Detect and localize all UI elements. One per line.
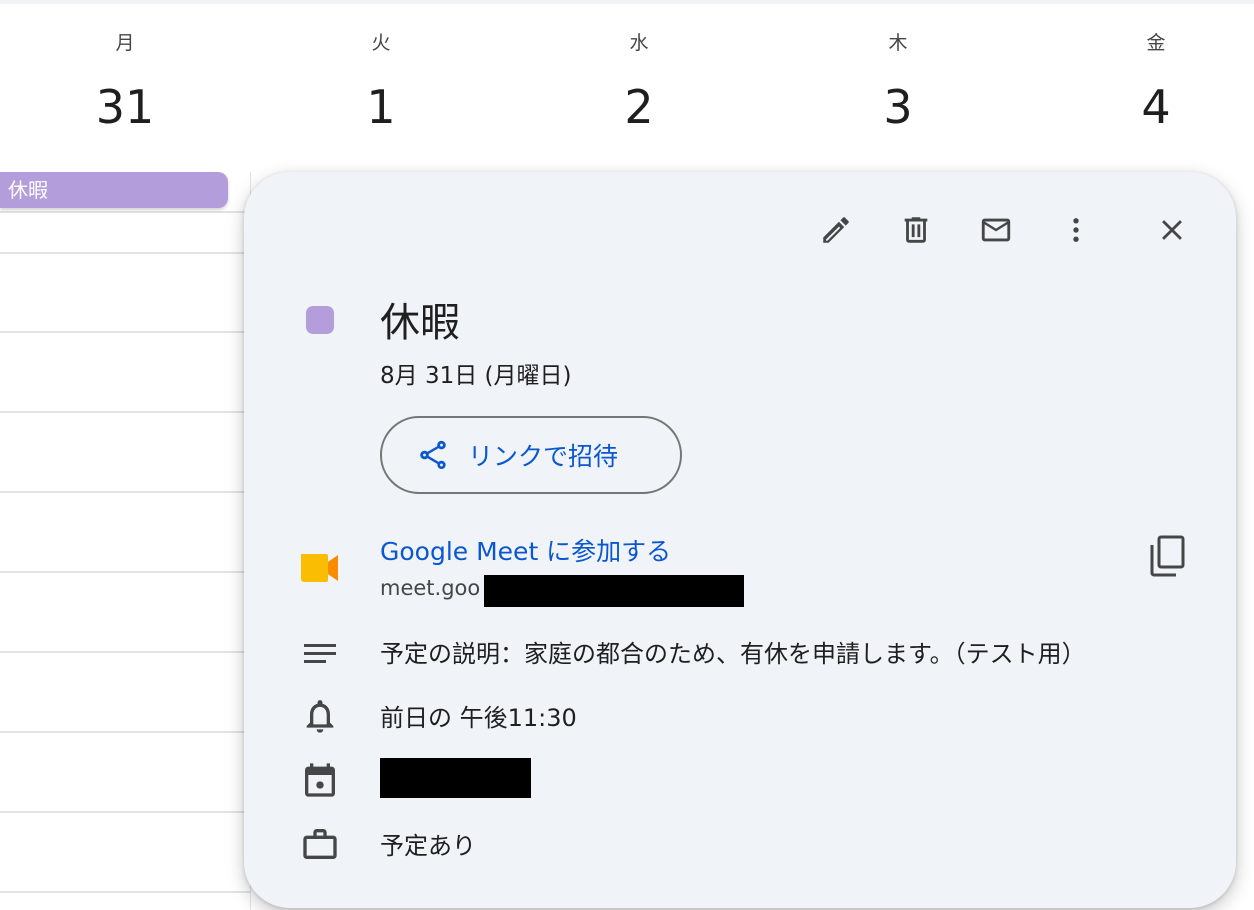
grid-line bbox=[0, 252, 250, 254]
google-meet-icon bbox=[301, 554, 338, 582]
top-border bbox=[0, 0, 1254, 4]
join-meet-link[interactable]: Google Meet に参加する bbox=[380, 532, 671, 568]
event-date: 8月 31日 (月曜日) bbox=[380, 363, 572, 389]
grid-line bbox=[0, 491, 250, 493]
copy-icon[interactable] bbox=[1148, 534, 1188, 578]
grid-line bbox=[0, 211, 250, 213]
close-icon bbox=[1162, 220, 1182, 240]
grid-line bbox=[0, 571, 250, 573]
day-number[interactable]: 3 bbox=[773, 80, 1023, 134]
grid-line bbox=[0, 331, 250, 333]
invite-button-label: リンクで招待 bbox=[468, 442, 619, 471]
share-icon bbox=[420, 440, 446, 470]
reminder-text: 前日の 午後11:30 bbox=[380, 704, 577, 732]
close-button[interactable] bbox=[1150, 208, 1194, 252]
grid-line bbox=[0, 891, 250, 893]
bell-icon bbox=[306, 700, 334, 733]
grid-line bbox=[0, 811, 250, 813]
day-number[interactable]: 2 bbox=[514, 80, 764, 134]
description-icon bbox=[304, 644, 336, 663]
event-description: 予定の説明：家庭の都合のため、有休を申請します。（テスト用） bbox=[380, 640, 1086, 668]
day-of-week: 金 bbox=[1146, 32, 1166, 54]
day-of-week: 水 bbox=[629, 32, 649, 54]
more-options-button[interactable] bbox=[1054, 208, 1098, 252]
day-number[interactable]: 1 bbox=[256, 80, 506, 134]
event-color-swatch bbox=[306, 306, 334, 334]
delete-button[interactable] bbox=[894, 208, 938, 252]
trash-icon bbox=[904, 217, 928, 243]
invite-via-link-button[interactable]: リンクで招待 bbox=[380, 416, 682, 494]
calendar-icon bbox=[305, 763, 335, 797]
email-guests-button[interactable] bbox=[974, 208, 1018, 252]
mail-icon bbox=[981, 218, 1011, 242]
grid-line bbox=[0, 411, 250, 413]
more-vert-icon bbox=[1073, 218, 1079, 242]
day-of-week: 火 bbox=[371, 32, 391, 54]
pencil-icon bbox=[823, 217, 849, 243]
allday-event-chip[interactable]: 休暇 bbox=[0, 172, 228, 208]
edit-button[interactable] bbox=[814, 208, 858, 252]
redaction-box bbox=[380, 758, 531, 798]
meet-url: meet.goo bbox=[380, 576, 481, 600]
grid-line bbox=[0, 651, 250, 653]
day-of-week: 月 bbox=[115, 32, 135, 54]
briefcase-icon bbox=[303, 829, 337, 859]
day-number[interactable]: 4 bbox=[1031, 80, 1254, 134]
event-title: 休暇 bbox=[380, 300, 460, 346]
grid-line bbox=[0, 731, 250, 733]
day-of-week: 木 bbox=[888, 32, 908, 54]
event-detail-popup: 休暇 8月 31日 (月曜日) リンクで招待 Google Meet に参加する… bbox=[244, 172, 1236, 908]
availability-status: 予定あり bbox=[380, 832, 476, 860]
day-number[interactable]: 31 bbox=[0, 80, 250, 134]
redaction-box bbox=[484, 575, 744, 607]
